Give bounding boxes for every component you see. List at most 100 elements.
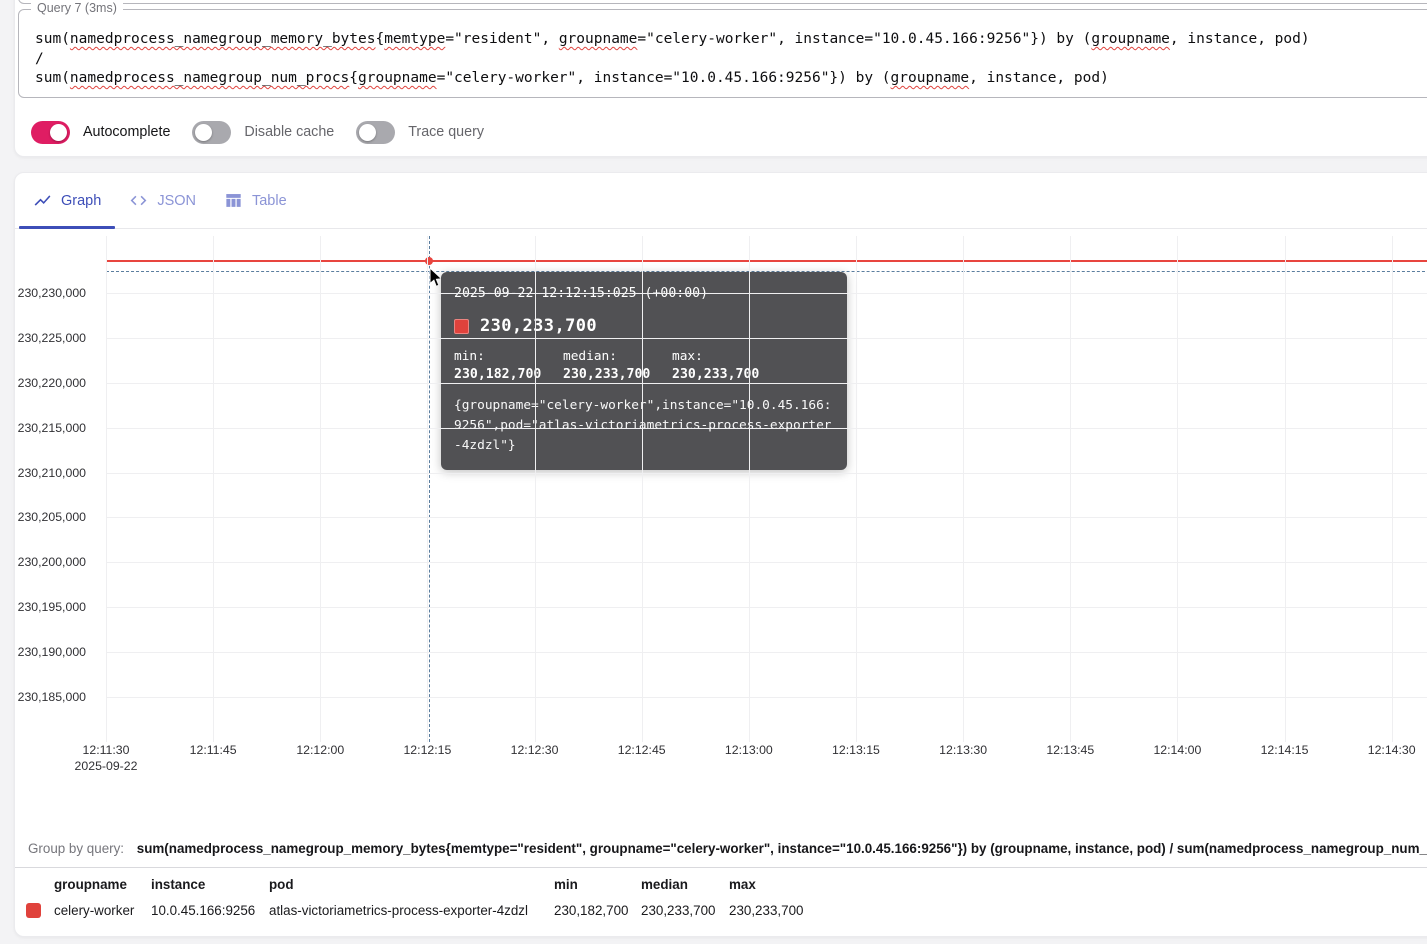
- tooltip-stat-label: min:: [454, 349, 485, 364]
- query-line: /: [35, 50, 1427, 70]
- graph-panel-card: Graph JSON Table 2025-09-22 12:12:15:025 (…: [14, 172, 1427, 937]
- legend-col-median: median: [641, 877, 688, 892]
- tooltip-value: 230,233,700: [480, 316, 597, 336]
- series-line: [106, 260, 1427, 262]
- legend-col-pod: pod: [269, 877, 294, 892]
- toggle-autocomplete[interactable]: Autocomplete: [31, 120, 171, 144]
- x-axis-label: 12:14:00: [1153, 743, 1202, 757]
- query-token: {: [349, 70, 359, 86]
- legend-col-instance: instance: [151, 877, 206, 892]
- x-axis-label: 12:12:15: [403, 743, 452, 757]
- x-axis-label: 12:11:30: [82, 743, 130, 757]
- legend-col-groupname: groupname: [54, 877, 127, 892]
- x-axis-label: 12:12:00: [296, 743, 345, 757]
- toggle-trace-query[interactable]: Trace query: [356, 120, 484, 144]
- y-axis-label: 230,200,000: [17, 555, 86, 570]
- toggle-disable-cache-switch[interactable]: [192, 120, 232, 144]
- query-token: , instance, pod): [1169, 31, 1310, 47]
- legend-table-body: celery-worker 10.0.45.166:9256 atlas-victo…: [15, 897, 1427, 924]
- query-token: sum(: [35, 31, 70, 47]
- y-axis-label: 230,205,000: [17, 510, 86, 525]
- query-fieldset[interactable]: Query 7 (3ms) sum(namedprocess_namegroup…: [18, 1, 1427, 98]
- query-editor[interactable]: sum(namedprocess_namegroup_memory_bytes{…: [35, 30, 1427, 89]
- x-gridline: [1284, 236, 1286, 742]
- tooltip-stat-value: 230,233,700: [563, 367, 651, 382]
- chart-tooltip: 2025-09-22 12:12:15:025 (+00:00) 230,233…: [441, 272, 847, 470]
- legend-cell: 230,182,700: [554, 903, 629, 918]
- x-gridline: [106, 236, 107, 742]
- legend-swatch-cell: [15, 897, 54, 924]
- legend-divider: [15, 867, 1427, 868]
- crosshair-vertical: [429, 236, 430, 742]
- query-line: sum(namedprocess_namegroup_memory_bytes{…: [35, 30, 1427, 50]
- x-axis-label: 12:11:45: [189, 743, 237, 757]
- y-gridline: [106, 472, 1427, 474]
- legend-table: groupname instance pod min median max celery-…: [15, 870, 1427, 924]
- y-gridline: [106, 293, 1427, 294]
- legend-cell: 230,233,700: [641, 903, 716, 918]
- legend-col-min: min: [554, 877, 578, 892]
- y-gridline: [106, 517, 1427, 519]
- tooltip-series-swatch: [454, 318, 469, 334]
- y-gridline: [106, 696, 1427, 698]
- x-axis-label: 12:13:15: [832, 743, 880, 757]
- x-axis-label: 12:12:30: [510, 743, 559, 757]
- group-by-query-text: sum(namedprocess_namegroup_memory_bytes{…: [136, 841, 1427, 856]
- toggle-autocomplete-switch[interactable]: [31, 120, 70, 144]
- tooltip-stat-value: 230,233,700: [672, 367, 760, 382]
- x-gridline: [213, 236, 215, 742]
- query-token: sum(: [35, 70, 70, 86]
- y-gridline: [106, 427, 1427, 429]
- chart-layer: 2025-09-22 12:12:15:025 (+00:00) 230,233…: [15, 173, 1427, 936]
- legend-cell: 230,233,700: [729, 903, 804, 918]
- legend-col-swatch: [15, 870, 54, 897]
- series-color-swatch: [26, 903, 41, 918]
- toggle-disable-cache-label: Disable cache: [244, 124, 335, 140]
- query-token-misspelled: groupname: [1091, 31, 1170, 47]
- query-token: , instance, pod): [969, 70, 1109, 86]
- query-token: ="celery-worker", instance="10.0.45.166:…: [637, 31, 1092, 47]
- y-axis-label: 230,195,000: [17, 600, 86, 615]
- query-panel-card: Query 7 (3ms) sum(namedprocess_namegroup…: [14, 0, 1427, 157]
- x-gridline: [963, 236, 965, 742]
- group-by-query-label: Group by query:: [28, 841, 125, 856]
- legend-row[interactable]: celery-worker 10.0.45.166:9256 atlas-victo…: [15, 897, 1427, 924]
- toggle-autocomplete-label: Autocomplete: [83, 124, 171, 140]
- legend-table-head-row: groupname instance pod min median max: [15, 870, 1427, 897]
- query-token-misspelled: groupname: [890, 70, 970, 86]
- query-line: sum(namedprocess_namegroup_num_procs{gro…: [35, 69, 1427, 89]
- x-gridline: [427, 236, 429, 742]
- y-axis-label: 230,215,000: [17, 420, 86, 435]
- legend-cell: celery-worker: [54, 903, 135, 918]
- query-token-misspelled: groupname: [358, 70, 437, 86]
- y-gridline: [106, 652, 1427, 654]
- group-by-query-row: Group by query: sum(namedprocess_namegro…: [28, 841, 1427, 856]
- x-axis-label: 12:14:15: [1260, 743, 1309, 757]
- toggle-knob: [50, 123, 67, 141]
- toggle-trace-query-label: Trace query: [408, 124, 484, 140]
- toggle-knob: [359, 123, 377, 141]
- y-axis-label: 230,220,000: [17, 375, 86, 390]
- x-gridline: [1177, 236, 1179, 742]
- query-token: /: [35, 50, 44, 67]
- query-token-misspelled: namedprocess_namegroup_num_procs: [69, 70, 350, 86]
- tooltip-stat-value: 230,182,700: [454, 367, 542, 382]
- y-gridline: [106, 607, 1427, 609]
- query-token-misspelled: namedprocess_namegroup_memory_bytes: [69, 31, 376, 47]
- query-token-misspelled: groupname: [558, 31, 638, 47]
- toggle-disable-cache[interactable]: Disable cache: [192, 120, 335, 144]
- tooltip-stat: median: 230,233,700: [563, 349, 672, 382]
- y-axis-label: 230,225,000: [17, 330, 86, 345]
- y-gridline: [106, 382, 1427, 384]
- tooltip-stat-label: max:: [672, 349, 703, 364]
- toggle-knob: [195, 123, 213, 141]
- legend-cell: atlas-victoriametrics-process-exporter-4…: [269, 903, 528, 918]
- toggle-trace-query-switch[interactable]: [356, 120, 396, 144]
- x-axis-label: 12:12:45: [617, 743, 666, 757]
- x-gridline: [1391, 236, 1393, 742]
- tooltip-series-labels: {groupname="celery-worker",instance="10.…: [454, 398, 832, 453]
- x-gridline: [534, 236, 536, 742]
- query-fieldset-legend: Query 7 (3ms): [31, 1, 123, 15]
- x-gridline: [748, 236, 750, 742]
- x-axis-label: 12:13:45: [1046, 743, 1095, 757]
